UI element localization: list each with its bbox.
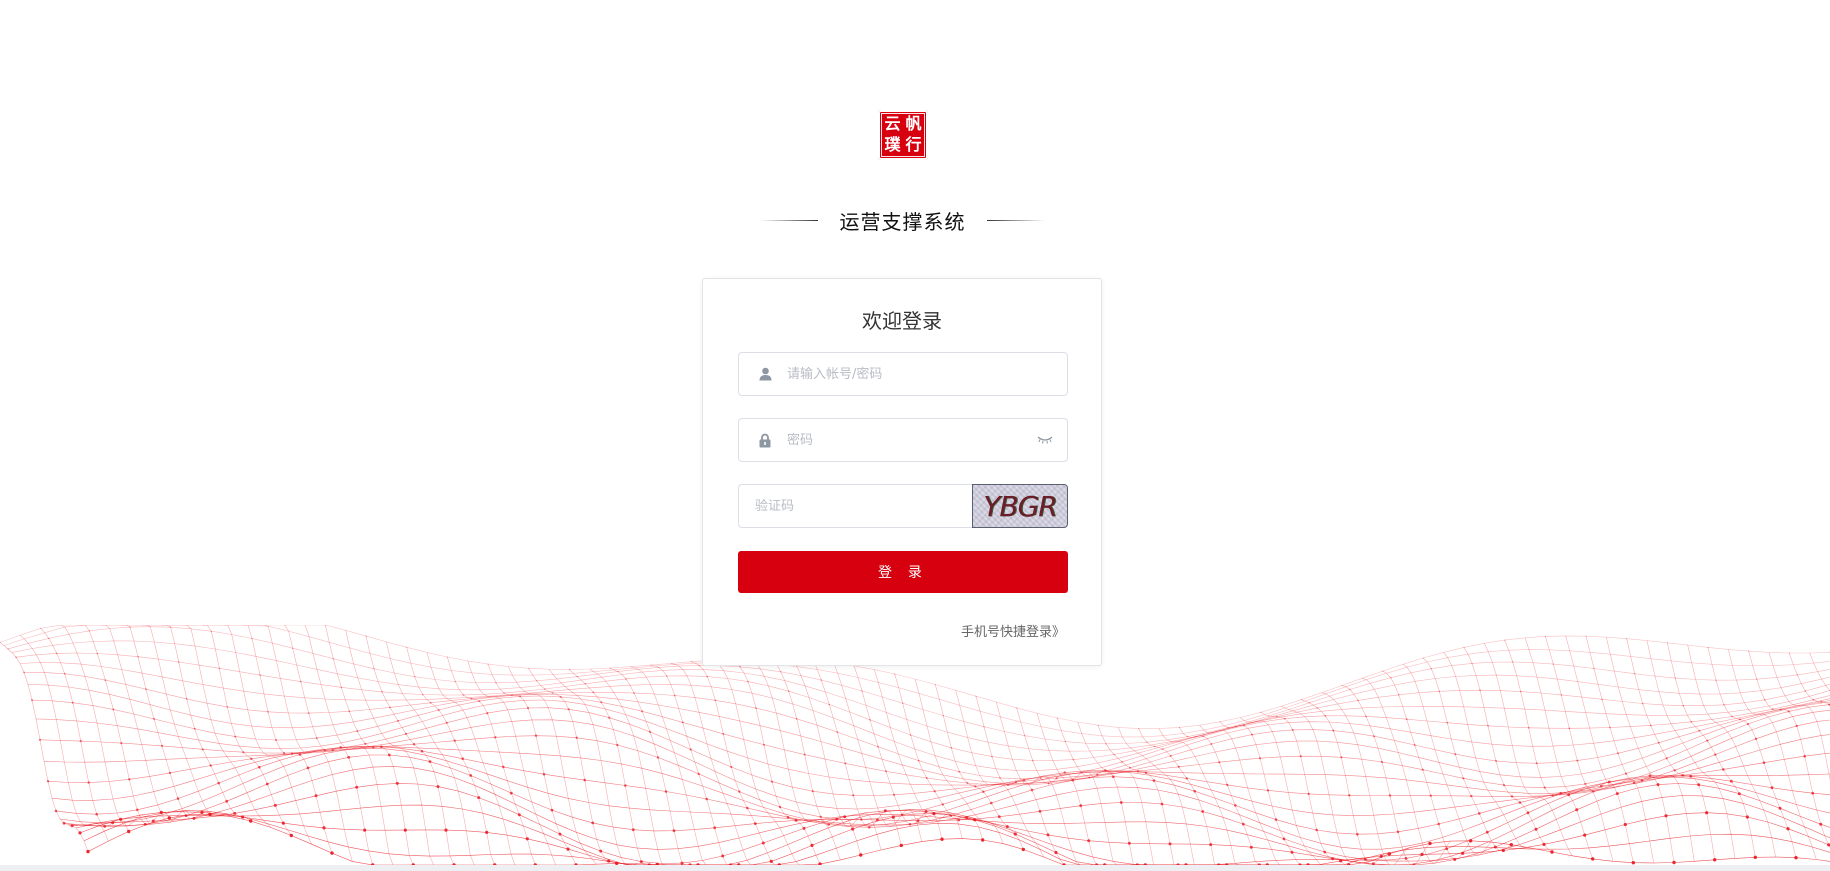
brand-logo: 云 帆 璞 行: [878, 110, 928, 160]
eye-closed-icon[interactable]: [1037, 434, 1055, 446]
username-field[interactable]: [738, 352, 1068, 396]
username-input[interactable]: [785, 353, 1067, 395]
logo-char: 帆: [905, 114, 922, 133]
title-divider-left: [760, 219, 818, 221]
login-card: 欢迎登录 请输入帐号/密码 验证码 YBGR 登 录 手机号快捷登录》: [702, 278, 1102, 666]
title-divider-right: [987, 219, 1045, 221]
password-input[interactable]: [785, 419, 1037, 461]
captcha-text: YBGR: [983, 489, 1057, 523]
user-icon: [757, 366, 773, 382]
system-title: 运营支撑系统: [839, 209, 966, 234]
captcha-input[interactable]: [753, 485, 972, 527]
captcha-row: YBGR: [738, 484, 1068, 528]
password-field[interactable]: [738, 418, 1068, 462]
login-button[interactable]: 登 录: [738, 551, 1068, 593]
lock-icon: [757, 432, 773, 448]
logo-char: 云: [884, 114, 901, 133]
captcha-image[interactable]: YBGR: [972, 484, 1068, 528]
brand-logo-seal: 云 帆 璞 行: [881, 113, 925, 157]
phone-login-link[interactable]: 手机号快捷登录》: [961, 621, 1065, 640]
login-page: 云 帆 璞 行 运营支撑系统 欢迎登录 请输入帐号/密码 验证码 YBGR 登 …: [0, 0, 1830, 871]
login-title: 欢迎登录: [862, 309, 942, 333]
system-title-row: 运营支撑系统: [760, 205, 1045, 235]
captcha-field[interactable]: [738, 484, 972, 528]
logo-char: 璞: [884, 135, 901, 154]
logo-char: 行: [905, 135, 922, 154]
bottom-strip: [0, 865, 1830, 871]
